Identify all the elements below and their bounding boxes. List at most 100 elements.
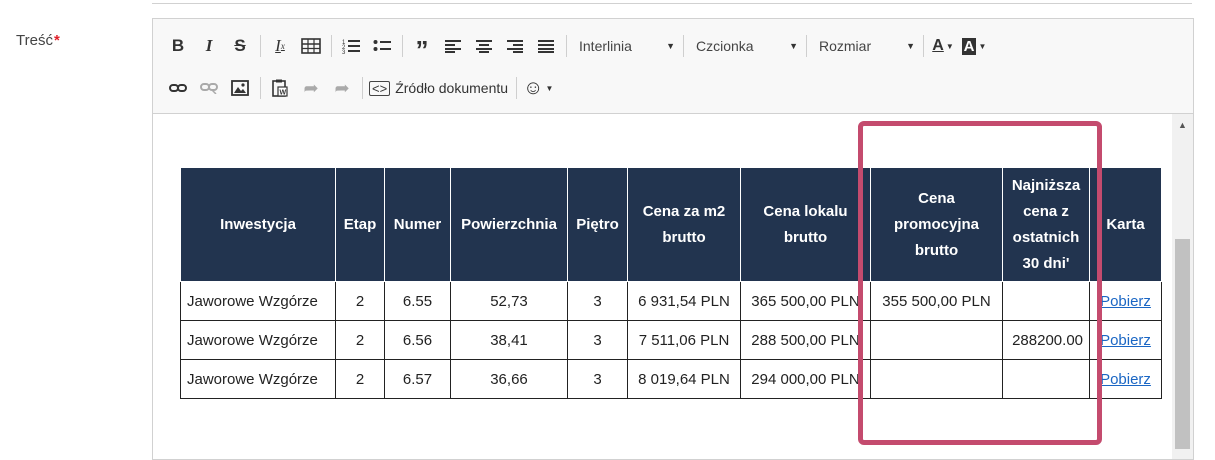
- column-header: Cena lokalu brutto: [740, 167, 871, 282]
- align-right-button[interactable]: [502, 33, 528, 59]
- numbered-list-icon: 123: [342, 40, 360, 54]
- text-color-icon: A: [932, 37, 944, 54]
- separator: [683, 35, 684, 57]
- separator: [806, 35, 807, 57]
- download-link[interactable]: Pobierz: [1100, 371, 1151, 388]
- smiley-icon: ☺: [523, 76, 544, 99]
- unlink-button[interactable]: [196, 75, 222, 101]
- align-left-button[interactable]: [440, 33, 466, 59]
- table-cell: 7 511,06 PLN: [627, 320, 741, 360]
- line-height-label: Interlinia: [579, 38, 632, 54]
- unlink-icon: [200, 83, 218, 94]
- table-cell: 294 000,00 PLN: [740, 359, 871, 399]
- separator: [516, 77, 518, 99]
- editor-toolbar: B I S Ix 123 ” Interlinia ▼ Czcionka ▼ R…: [153, 19, 1193, 114]
- remove-format-button[interactable]: Ix: [267, 33, 293, 59]
- text-color-button[interactable]: A ▼: [930, 33, 956, 59]
- table-cell: 288 500,00 PLN: [740, 320, 871, 360]
- scrollbar-thumb[interactable]: [1175, 239, 1190, 449]
- paste-word-icon: W: [272, 79, 288, 97]
- paste-word-button[interactable]: W: [267, 75, 293, 101]
- table-cell: 2: [335, 320, 385, 360]
- separator: [566, 35, 567, 57]
- table-cell: 8 019,64 PLN: [627, 359, 741, 399]
- link-icon: [169, 84, 187, 92]
- highlight-box: [858, 121, 1102, 445]
- svg-text:3: 3: [342, 50, 346, 54]
- column-header: Inwestycja: [180, 167, 336, 282]
- table-cell: 3: [567, 281, 628, 321]
- size-dropdown[interactable]: Rozmiar ▼: [813, 33, 921, 59]
- scrollbar[interactable]: ▲: [1172, 114, 1193, 459]
- table-cell: 6 931,54 PLN: [627, 281, 741, 321]
- line-height-dropdown[interactable]: Interlinia ▼: [573, 33, 681, 59]
- scroll-up-icon[interactable]: ▲: [1178, 120, 1187, 130]
- table-button[interactable]: [298, 33, 324, 59]
- table-cell: 3: [567, 320, 628, 360]
- bullet-list-button[interactable]: [369, 33, 395, 59]
- download-link[interactable]: Pobierz: [1100, 293, 1151, 310]
- download-link[interactable]: Pobierz: [1100, 332, 1151, 349]
- table-cell: 6.55: [384, 281, 451, 321]
- table-cell: 2: [335, 281, 385, 321]
- align-justify-icon: [538, 40, 554, 53]
- align-center-button[interactable]: [471, 33, 497, 59]
- size-label: Rozmiar: [819, 38, 872, 54]
- table-cell: 36,66: [450, 359, 568, 399]
- source-label: Źródło dokumentu: [395, 80, 509, 96]
- table-cell: Jaworowe Wzgórze: [180, 281, 336, 321]
- align-right-icon: [507, 40, 523, 53]
- font-label: Czcionka: [696, 38, 754, 54]
- image-icon: [231, 80, 249, 96]
- align-justify-button[interactable]: [533, 33, 559, 59]
- toolbar-row-2: W ➦ ➦ <> Źródło dokumentu ☺ ▼: [165, 73, 558, 103]
- emoji-button[interactable]: ☺ ▼: [523, 75, 553, 101]
- table-icon: [301, 38, 321, 54]
- chevron-down-icon: ▼: [789, 41, 798, 51]
- numbered-list-button[interactable]: 123: [338, 33, 364, 59]
- chevron-down-icon: ▼: [666, 41, 675, 51]
- align-left-icon: [445, 40, 461, 53]
- table-cell: 6.57: [384, 359, 451, 399]
- previous-field-border: [152, 0, 1192, 4]
- column-header: Etap: [335, 167, 385, 282]
- strikethrough-button[interactable]: S: [227, 33, 253, 59]
- bold-button[interactable]: B: [165, 33, 191, 59]
- image-button[interactable]: [227, 75, 253, 101]
- table-cell: 38,41: [450, 320, 568, 360]
- column-header: Cena za m2 brutto: [627, 167, 741, 282]
- field-label: Treść*: [16, 32, 60, 49]
- column-header: Piętro: [567, 167, 628, 282]
- table-cell: Jaworowe Wzgórze: [180, 320, 336, 360]
- bullet-list-icon: [373, 40, 391, 51]
- separator: [402, 35, 403, 57]
- table-cell: 52,73: [450, 281, 568, 321]
- toolbar-row-1: B I S Ix 123 ” Interlinia ▼ Czcionka ▼ R…: [165, 29, 992, 63]
- svg-text:W: W: [280, 90, 287, 97]
- chevron-down-icon: ▼: [906, 41, 915, 51]
- font-dropdown[interactable]: Czcionka ▼: [690, 33, 804, 59]
- table-cell: Jaworowe Wzgórze: [180, 359, 336, 399]
- table-cell: 3: [567, 359, 628, 399]
- separator: [260, 35, 261, 57]
- separator: [331, 35, 332, 57]
- table-cell: 2: [335, 359, 385, 399]
- separator: [923, 35, 924, 57]
- redo-button[interactable]: ➦: [329, 75, 355, 101]
- italic-button[interactable]: I: [196, 33, 222, 59]
- table-cell: 365 500,00 PLN: [740, 281, 871, 321]
- blockquote-button[interactable]: ”: [409, 29, 435, 63]
- link-button[interactable]: [165, 75, 191, 101]
- background-color-icon: A: [961, 37, 977, 55]
- align-center-icon: [476, 40, 492, 53]
- column-header: Powierzchnia: [450, 167, 568, 282]
- background-color-button[interactable]: A ▼: [961, 33, 987, 59]
- undo-button[interactable]: ➦: [298, 75, 324, 101]
- column-header: Numer: [384, 167, 451, 282]
- source-icon: <>: [369, 80, 391, 96]
- required-mark: *: [53, 32, 60, 49]
- table-cell: 6.56: [384, 320, 451, 360]
- source-button[interactable]: <> Źródło dokumentu: [369, 75, 508, 101]
- separator: [260, 77, 261, 99]
- separator: [362, 77, 363, 99]
